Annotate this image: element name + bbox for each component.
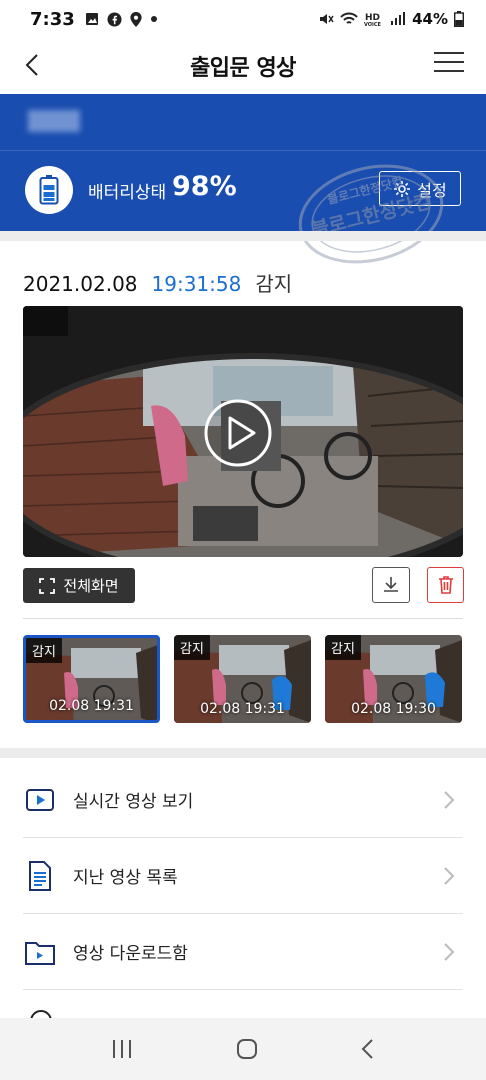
dot-icon — [150, 16, 157, 22]
svg-text:VOICE: VOICE — [364, 22, 382, 27]
back-button[interactable] — [18, 50, 48, 80]
settings-button[interactable]: 설정 — [379, 171, 461, 206]
chevron-left-icon — [25, 54, 38, 76]
app-bar: 출입문 영상 — [0, 38, 486, 94]
thumbnail-timestamp: 02.08 19:31 — [49, 698, 134, 714]
chevron-right-icon — [444, 943, 455, 961]
status-time: 7:33 — [30, 8, 75, 30]
download-button[interactable] — [372, 567, 410, 603]
signal-icon — [391, 12, 406, 25]
delete-button[interactable] — [427, 567, 464, 603]
facebook-icon — [107, 11, 122, 27]
menu-item-live-view[interactable]: 실시간 영상 보기 — [23, 762, 463, 838]
document-icon — [23, 859, 57, 893]
divider — [23, 618, 463, 619]
thumbnail-tag: 감지 — [26, 638, 62, 663]
wifi-icon — [340, 12, 358, 24]
thumbnail-timestamp: 02.08 19:31 — [200, 701, 285, 717]
play-overlay-icon[interactable] — [203, 398, 273, 468]
video-player[interactable] — [23, 306, 463, 557]
battery-status-icon — [25, 166, 73, 214]
back-nav-icon[interactable] — [360, 1038, 376, 1060]
battery-icon — [454, 11, 464, 27]
thumbnail-tag: 감지 — [325, 635, 361, 660]
settings-label: 설정 — [417, 180, 447, 200]
menu-button[interactable] — [434, 52, 464, 76]
battery-label: 배터리상태 — [88, 183, 167, 203]
menu-item-label: 지난 영상 목록 — [73, 868, 178, 888]
menu-item-downloads[interactable]: 영상 다운로드함 — [23, 914, 463, 990]
folder-icon — [23, 935, 57, 969]
battery-value: 98% — [172, 171, 237, 202]
gallery-icon — [85, 13, 98, 25]
gear-icon — [394, 180, 411, 197]
recent-apps-icon[interactable] — [110, 1038, 134, 1060]
mute-icon — [320, 14, 334, 24]
device-banner: 배터리상태 98% 설정 — [0, 94, 486, 231]
thumbnail-2[interactable]: 감지 02.08 19:31 — [174, 635, 311, 723]
event-date: 2021.02.08 — [23, 272, 138, 296]
event-type: 감지 — [255, 272, 293, 296]
chevron-right-icon — [444, 867, 455, 885]
hamburger-icon — [434, 52, 464, 54]
fullscreen-icon — [39, 577, 56, 594]
trash-icon — [438, 576, 453, 594]
home-icon[interactable] — [235, 1037, 259, 1061]
location-icon — [130, 11, 142, 27]
device-name-blurred — [28, 110, 80, 132]
thumbnail-timestamp: 02.08 19:30 — [351, 701, 436, 717]
thumbnail-tag: 감지 — [174, 635, 210, 660]
thumbnail-1[interactable]: 감지 02.08 19:31 — [23, 635, 160, 723]
fullscreen-button[interactable]: 전체화면 — [23, 568, 135, 603]
menu-item-label: 영상 다운로드함 — [73, 944, 188, 964]
section-separator — [0, 748, 486, 758]
thumbnail-3[interactable]: 감지 02.08 19:30 — [325, 635, 462, 723]
page-title: 출입문 영상 — [190, 56, 296, 81]
section-separator — [0, 231, 486, 241]
system-nav-bar — [0, 1018, 486, 1080]
status-bar: 7:33 HD VOICE 44% — [0, 0, 486, 38]
event-time: 19:31:58 — [151, 272, 242, 296]
menu-item-past-videos[interactable]: 지난 영상 목록 — [23, 838, 463, 914]
hd-voice-icon: HDVOICE — [364, 13, 382, 27]
fullscreen-label: 전체화면 — [63, 577, 119, 595]
chevron-right-icon — [444, 791, 455, 809]
download-icon — [384, 577, 398, 592]
play-icon — [23, 783, 57, 817]
event-datetime: 2021.02.08 19:31:58 감지 — [23, 268, 292, 297]
menu-item-label: 실시간 영상 보기 — [73, 792, 194, 812]
banner-divider — [0, 150, 486, 151]
battery-percent: 44% — [412, 10, 448, 28]
